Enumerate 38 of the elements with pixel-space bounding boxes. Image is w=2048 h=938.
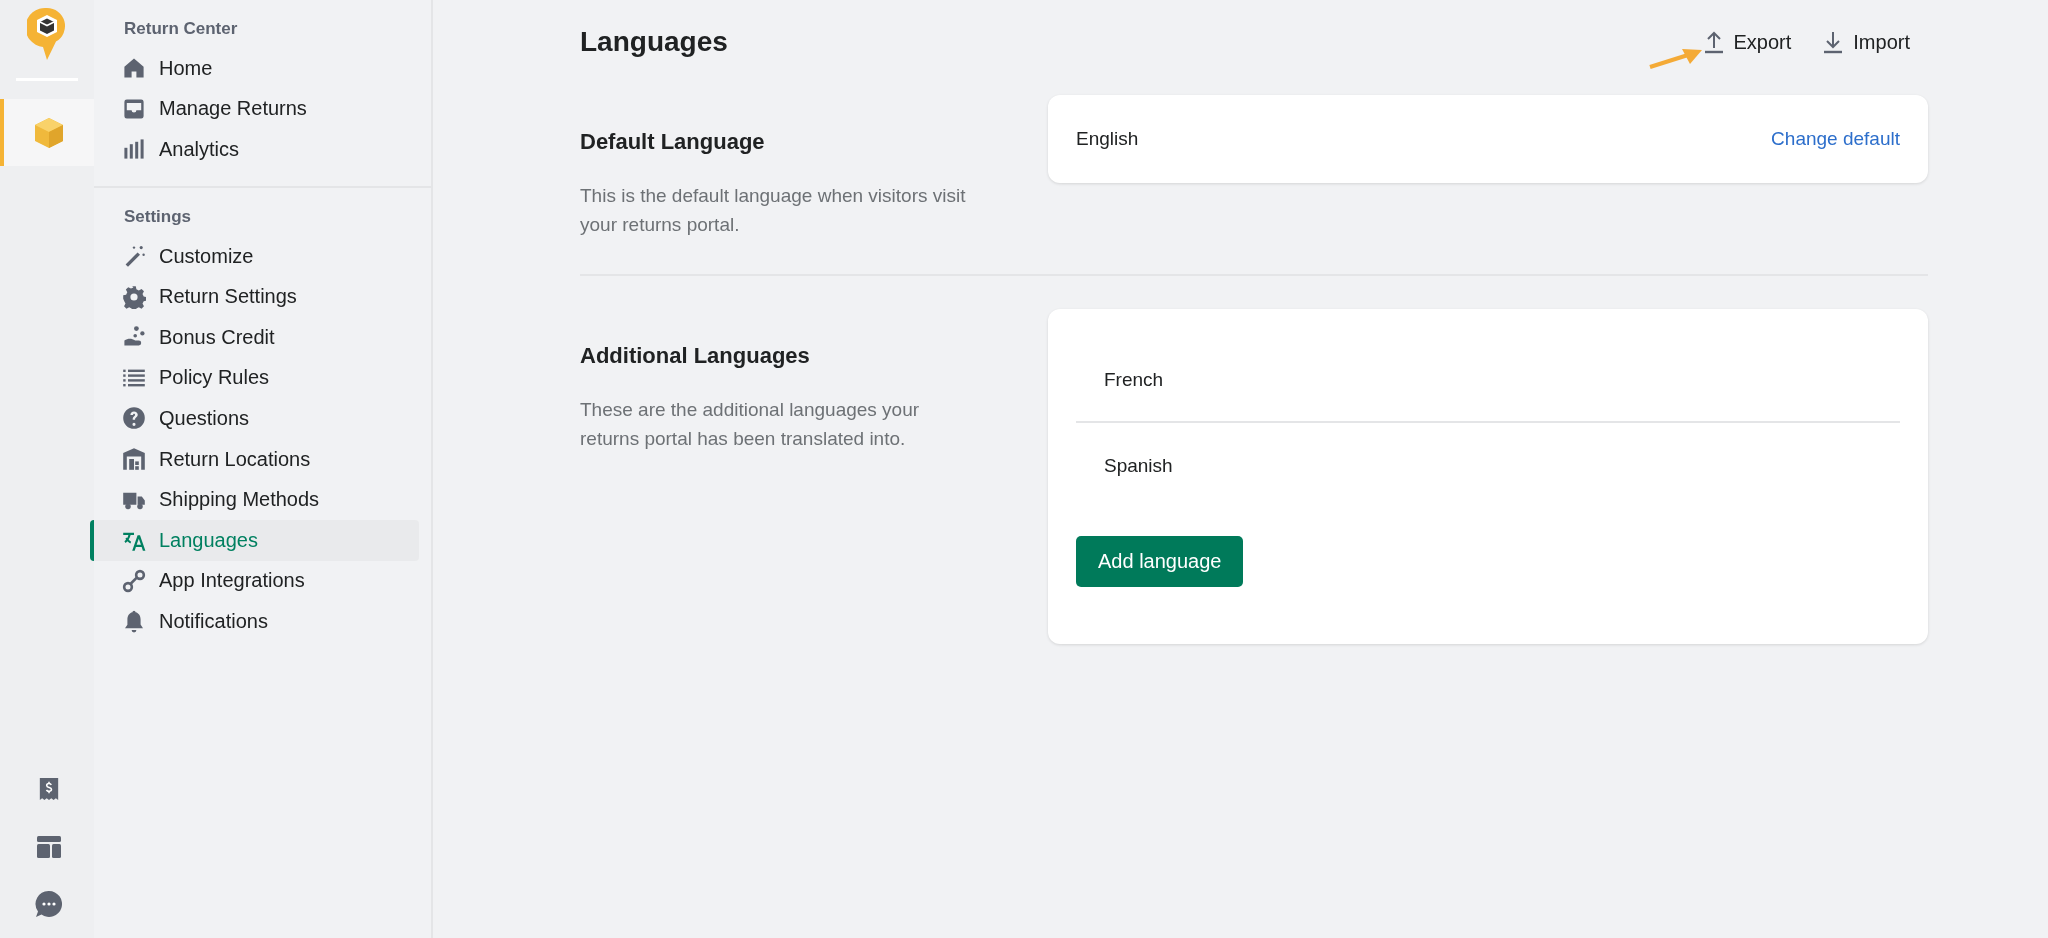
export-button[interactable]: Export bbox=[1699, 26, 1794, 58]
section-description: This is the default language when visitors visit your returns portal. bbox=[580, 184, 967, 237]
sidebar-item[interactable]: Customize bbox=[90, 235, 419, 277]
section-heading: Default Language bbox=[580, 129, 766, 155]
tray-icon bbox=[122, 96, 146, 121]
sidebar-item[interactable]: Shipping Methods bbox=[90, 479, 419, 520]
annotation-arrow bbox=[1647, 48, 1704, 70]
sidebar-section-title: Settings bbox=[123, 205, 193, 228]
warehouse-icon bbox=[122, 447, 146, 472]
page-title: Languages bbox=[580, 26, 728, 58]
sidebar-item[interactable]: Manage Returns bbox=[90, 88, 419, 130]
sidebar-item[interactable]: Languages bbox=[90, 519, 419, 561]
gear-icon bbox=[122, 284, 146, 309]
sidebar-item[interactable]: Bonus Credit bbox=[90, 316, 419, 358]
language-row: French bbox=[1076, 337, 1900, 423]
default-language-value: English bbox=[1076, 128, 1139, 150]
sidebar-item[interactable]: App Integrations bbox=[90, 560, 419, 602]
section-description: These are the additional languages your returns portal has been translated into. bbox=[580, 398, 921, 451]
sidebar-item[interactable]: Questions bbox=[90, 398, 419, 439]
home-icon bbox=[122, 56, 146, 81]
question-icon bbox=[122, 406, 146, 431]
section-heading: Additional Languages bbox=[580, 343, 811, 369]
sidebar-section-title: Return Center bbox=[123, 18, 239, 40]
bell-icon bbox=[122, 609, 146, 634]
cube-icon bbox=[34, 116, 64, 149]
sidebar-item[interactable]: Analytics bbox=[90, 129, 419, 170]
sidebar-item[interactable]: Policy Rules bbox=[90, 357, 419, 399]
logo-icon[interactable] bbox=[27, 6, 67, 62]
sidebar-item[interactable]: Return Locations bbox=[90, 438, 419, 480]
sidebar-item[interactable]: Return Settings bbox=[90, 276, 419, 317]
change-default-link[interactable]: Change default bbox=[1771, 128, 1900, 150]
sidebar-item[interactable]: Home bbox=[90, 48, 419, 89]
import-button[interactable]: Import bbox=[1819, 26, 1912, 58]
sidebar-item[interactable]: Notifications bbox=[90, 601, 419, 642]
bar-chart-icon bbox=[122, 137, 146, 162]
link-nodes-icon bbox=[122, 568, 146, 593]
add-language-button[interactable]: Add language bbox=[1076, 536, 1244, 587]
language-row-text: Spanish bbox=[1103, 454, 1174, 478]
